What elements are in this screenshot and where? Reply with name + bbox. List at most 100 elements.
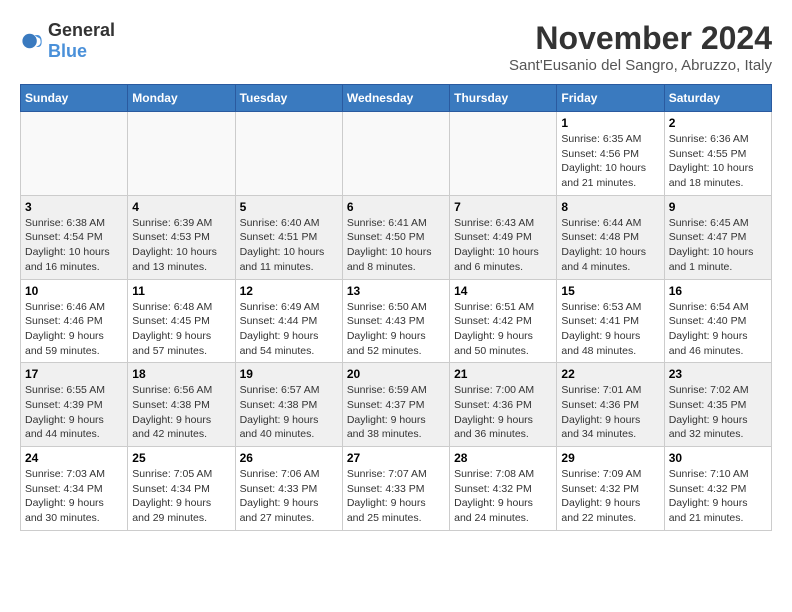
- day-number: 19: [240, 367, 338, 381]
- day-number: 1: [561, 116, 659, 130]
- calendar-cell-4-3: 27Sunrise: 7:07 AM Sunset: 4:33 PM Dayli…: [342, 447, 449, 531]
- calendar-cell-3-1: 18Sunrise: 6:56 AM Sunset: 4:38 PM Dayli…: [128, 363, 235, 447]
- day-number: 10: [25, 284, 123, 298]
- calendar-cell-1-2: 5 Sunrise: 6:40 AM Sunset: 4:51 PM Daylig…: [235, 195, 342, 279]
- header-friday: Friday: [557, 85, 664, 112]
- day-number: 23: [669, 367, 767, 381]
- day-info: Sunrise: 6:54 AM Sunset: 4:40 PM Dayligh…: [669, 300, 767, 359]
- day-info: Sunrise: 7:01 AM Sunset: 4:36 PM Dayligh…: [561, 383, 659, 442]
- calendar-cell-1-0: 3 Sunrise: 6:38 AM Sunset: 4:54 PM Daylig…: [21, 195, 128, 279]
- day-info: Sunrise: 7:00 AM Sunset: 4:36 PM Dayligh…: [454, 383, 552, 442]
- calendar-cell-2-5: 15Sunrise: 6:53 AM Sunset: 4:41 PM Dayli…: [557, 279, 664, 363]
- day-info: Sunrise: 6:40 AM Sunset: 4:51 PM Dayligh…: [240, 216, 338, 275]
- logo-text: General Blue: [48, 20, 115, 62]
- day-number: 20: [347, 367, 445, 381]
- day-number: 24: [25, 451, 123, 465]
- calendar-cell-4-1: 25 Sunrise: 7:05 AM Sunset: 4:34 PM Dayli…: [128, 447, 235, 531]
- day-number: 16: [669, 284, 767, 298]
- day-number: 26: [240, 451, 338, 465]
- header-saturday: Saturday: [664, 85, 771, 112]
- day-info: Sunrise: 6:59 AM Sunset: 4:37 PM Dayligh…: [347, 383, 445, 442]
- day-info: Sunrise: 6:38 AM Sunset: 4:54 PM Dayligh…: [25, 216, 123, 275]
- day-number: 25: [132, 451, 230, 465]
- day-number: 17: [25, 367, 123, 381]
- day-number: 2: [669, 116, 767, 130]
- day-number: 8: [561, 200, 659, 214]
- day-number: 9: [669, 200, 767, 214]
- header-thursday: Thursday: [450, 85, 557, 112]
- day-info: Sunrise: 7:02 AM Sunset: 4:35 PM Dayligh…: [669, 383, 767, 442]
- calendar-cell-3-6: 23 Sunrise: 7:02 AM Sunset: 4:35 PM Dayli…: [664, 363, 771, 447]
- day-number: 5: [240, 200, 338, 214]
- page-header: General Blue November 2024 Sant'Eusanio …: [20, 20, 772, 74]
- day-info: Sunrise: 6:43 AM Sunset: 4:49 PM Dayligh…: [454, 216, 552, 275]
- day-info: Sunrise: 6:50 AM Sunset: 4:43 PM Dayligh…: [347, 300, 445, 359]
- day-info: Sunrise: 7:06 AM Sunset: 4:33 PM Dayligh…: [240, 467, 338, 526]
- calendar-cell-0-5: 1 Sunrise: 6:35 AM Sunset: 4:56 PM Daylig…: [557, 112, 664, 196]
- day-number: 15: [561, 284, 659, 298]
- day-info: Sunrise: 7:05 AM Sunset: 4:34 PM Dayligh…: [132, 467, 230, 526]
- logo: General Blue: [20, 20, 115, 62]
- day-number: 4: [132, 200, 230, 214]
- day-info: Sunrise: 7:07 AM Sunset: 4:33 PM Dayligh…: [347, 467, 445, 526]
- day-number: 14: [454, 284, 552, 298]
- day-info: Sunrise: 6:44 AM Sunset: 4:48 PM Dayligh…: [561, 216, 659, 275]
- day-info: Sunrise: 6:46 AM Sunset: 4:46 PM Dayligh…: [25, 300, 123, 359]
- calendar-cell-2-6: 16 Sunrise: 6:54 AM Sunset: 4:40 PM Dayli…: [664, 279, 771, 363]
- calendar-cell-3-0: 17 Sunrise: 6:55 AM Sunset: 4:39 PM Dayli…: [21, 363, 128, 447]
- calendar-cell-0-4: [450, 112, 557, 196]
- day-number: 18: [132, 367, 230, 381]
- calendar-table: SundayMondayTuesdayWednesdayThursdayFrid…: [20, 84, 772, 531]
- header-monday: Monday: [128, 85, 235, 112]
- week-row-4: 17 Sunrise: 6:55 AM Sunset: 4:39 PM Dayli…: [21, 363, 772, 447]
- day-info: Sunrise: 7:08 AM Sunset: 4:32 PM Dayligh…: [454, 467, 552, 526]
- day-number: 11: [132, 284, 230, 298]
- day-number: 29: [561, 451, 659, 465]
- day-info: Sunrise: 6:51 AM Sunset: 4:42 PM Dayligh…: [454, 300, 552, 359]
- calendar-cell-2-3: 13Sunrise: 6:50 AM Sunset: 4:43 PM Dayli…: [342, 279, 449, 363]
- calendar-cell-2-0: 10 Sunrise: 6:46 AM Sunset: 4:46 PM Dayli…: [21, 279, 128, 363]
- header-sunday: Sunday: [21, 85, 128, 112]
- calendar-cell-4-6: 30Sunrise: 7:10 AM Sunset: 4:32 PM Dayli…: [664, 447, 771, 531]
- day-number: 12: [240, 284, 338, 298]
- location-title: Sant'Eusanio del Sangro, Abruzzo, Italy: [509, 57, 772, 74]
- week-row-2: 3 Sunrise: 6:38 AM Sunset: 4:54 PM Daylig…: [21, 195, 772, 279]
- calendar-cell-0-0: [21, 112, 128, 196]
- calendar-cell-4-5: 29 Sunrise: 7:09 AM Sunset: 4:32 PM Dayli…: [557, 447, 664, 531]
- day-info: Sunrise: 7:10 AM Sunset: 4:32 PM Dayligh…: [669, 467, 767, 526]
- logo-blue: Blue: [48, 41, 87, 61]
- day-info: Sunrise: 6:57 AM Sunset: 4:38 PM Dayligh…: [240, 383, 338, 442]
- calendar-cell-1-3: 6 Sunrise: 6:41 AM Sunset: 4:50 PM Daylig…: [342, 195, 449, 279]
- day-info: Sunrise: 6:36 AM Sunset: 4:55 PM Dayligh…: [669, 132, 767, 191]
- calendar-cell-1-5: 8 Sunrise: 6:44 AM Sunset: 4:48 PM Daylig…: [557, 195, 664, 279]
- calendar-cell-3-4: 21Sunrise: 7:00 AM Sunset: 4:36 PM Dayli…: [450, 363, 557, 447]
- day-number: 3: [25, 200, 123, 214]
- calendar-cell-3-3: 20 Sunrise: 6:59 AM Sunset: 4:37 PM Dayli…: [342, 363, 449, 447]
- day-number: 28: [454, 451, 552, 465]
- header-wednesday: Wednesday: [342, 85, 449, 112]
- calendar-cell-2-2: 12 Sunrise: 6:49 AM Sunset: 4:44 PM Dayli…: [235, 279, 342, 363]
- day-number: 22: [561, 367, 659, 381]
- day-info: Sunrise: 6:55 AM Sunset: 4:39 PM Dayligh…: [25, 383, 123, 442]
- day-info: Sunrise: 6:49 AM Sunset: 4:44 PM Dayligh…: [240, 300, 338, 359]
- day-info: Sunrise: 6:35 AM Sunset: 4:56 PM Dayligh…: [561, 132, 659, 191]
- day-number: 6: [347, 200, 445, 214]
- day-info: Sunrise: 6:45 AM Sunset: 4:47 PM Dayligh…: [669, 216, 767, 275]
- week-row-3: 10 Sunrise: 6:46 AM Sunset: 4:46 PM Dayli…: [21, 279, 772, 363]
- calendar-cell-4-0: 24Sunrise: 7:03 AM Sunset: 4:34 PM Dayli…: [21, 447, 128, 531]
- calendar-cell-0-6: 2 Sunrise: 6:36 AM Sunset: 4:55 PM Daylig…: [664, 112, 771, 196]
- day-info: Sunrise: 6:41 AM Sunset: 4:50 PM Dayligh…: [347, 216, 445, 275]
- week-row-1: 1 Sunrise: 6:35 AM Sunset: 4:56 PM Daylig…: [21, 112, 772, 196]
- calendar-cell-0-3: [342, 112, 449, 196]
- day-info: Sunrise: 6:39 AM Sunset: 4:53 PM Dayligh…: [132, 216, 230, 275]
- logo-icon: [20, 29, 44, 53]
- calendar-cell-0-1: [128, 112, 235, 196]
- calendar-cell-1-6: 9 Sunrise: 6:45 AM Sunset: 4:47 PM Daylig…: [664, 195, 771, 279]
- calendar-cell-4-2: 26 Sunrise: 7:06 AM Sunset: 4:33 PM Dayli…: [235, 447, 342, 531]
- calendar-cell-2-1: 11 Sunrise: 6:48 AM Sunset: 4:45 PM Dayli…: [128, 279, 235, 363]
- calendar-header-row: SundayMondayTuesdayWednesdayThursdayFrid…: [21, 85, 772, 112]
- calendar-cell-1-1: 4 Sunrise: 6:39 AM Sunset: 4:53 PM Daylig…: [128, 195, 235, 279]
- day-info: Sunrise: 7:09 AM Sunset: 4:32 PM Dayligh…: [561, 467, 659, 526]
- calendar-cell-3-5: 22 Sunrise: 7:01 AM Sunset: 4:36 PM Dayli…: [557, 363, 664, 447]
- day-info: Sunrise: 6:48 AM Sunset: 4:45 PM Dayligh…: [132, 300, 230, 359]
